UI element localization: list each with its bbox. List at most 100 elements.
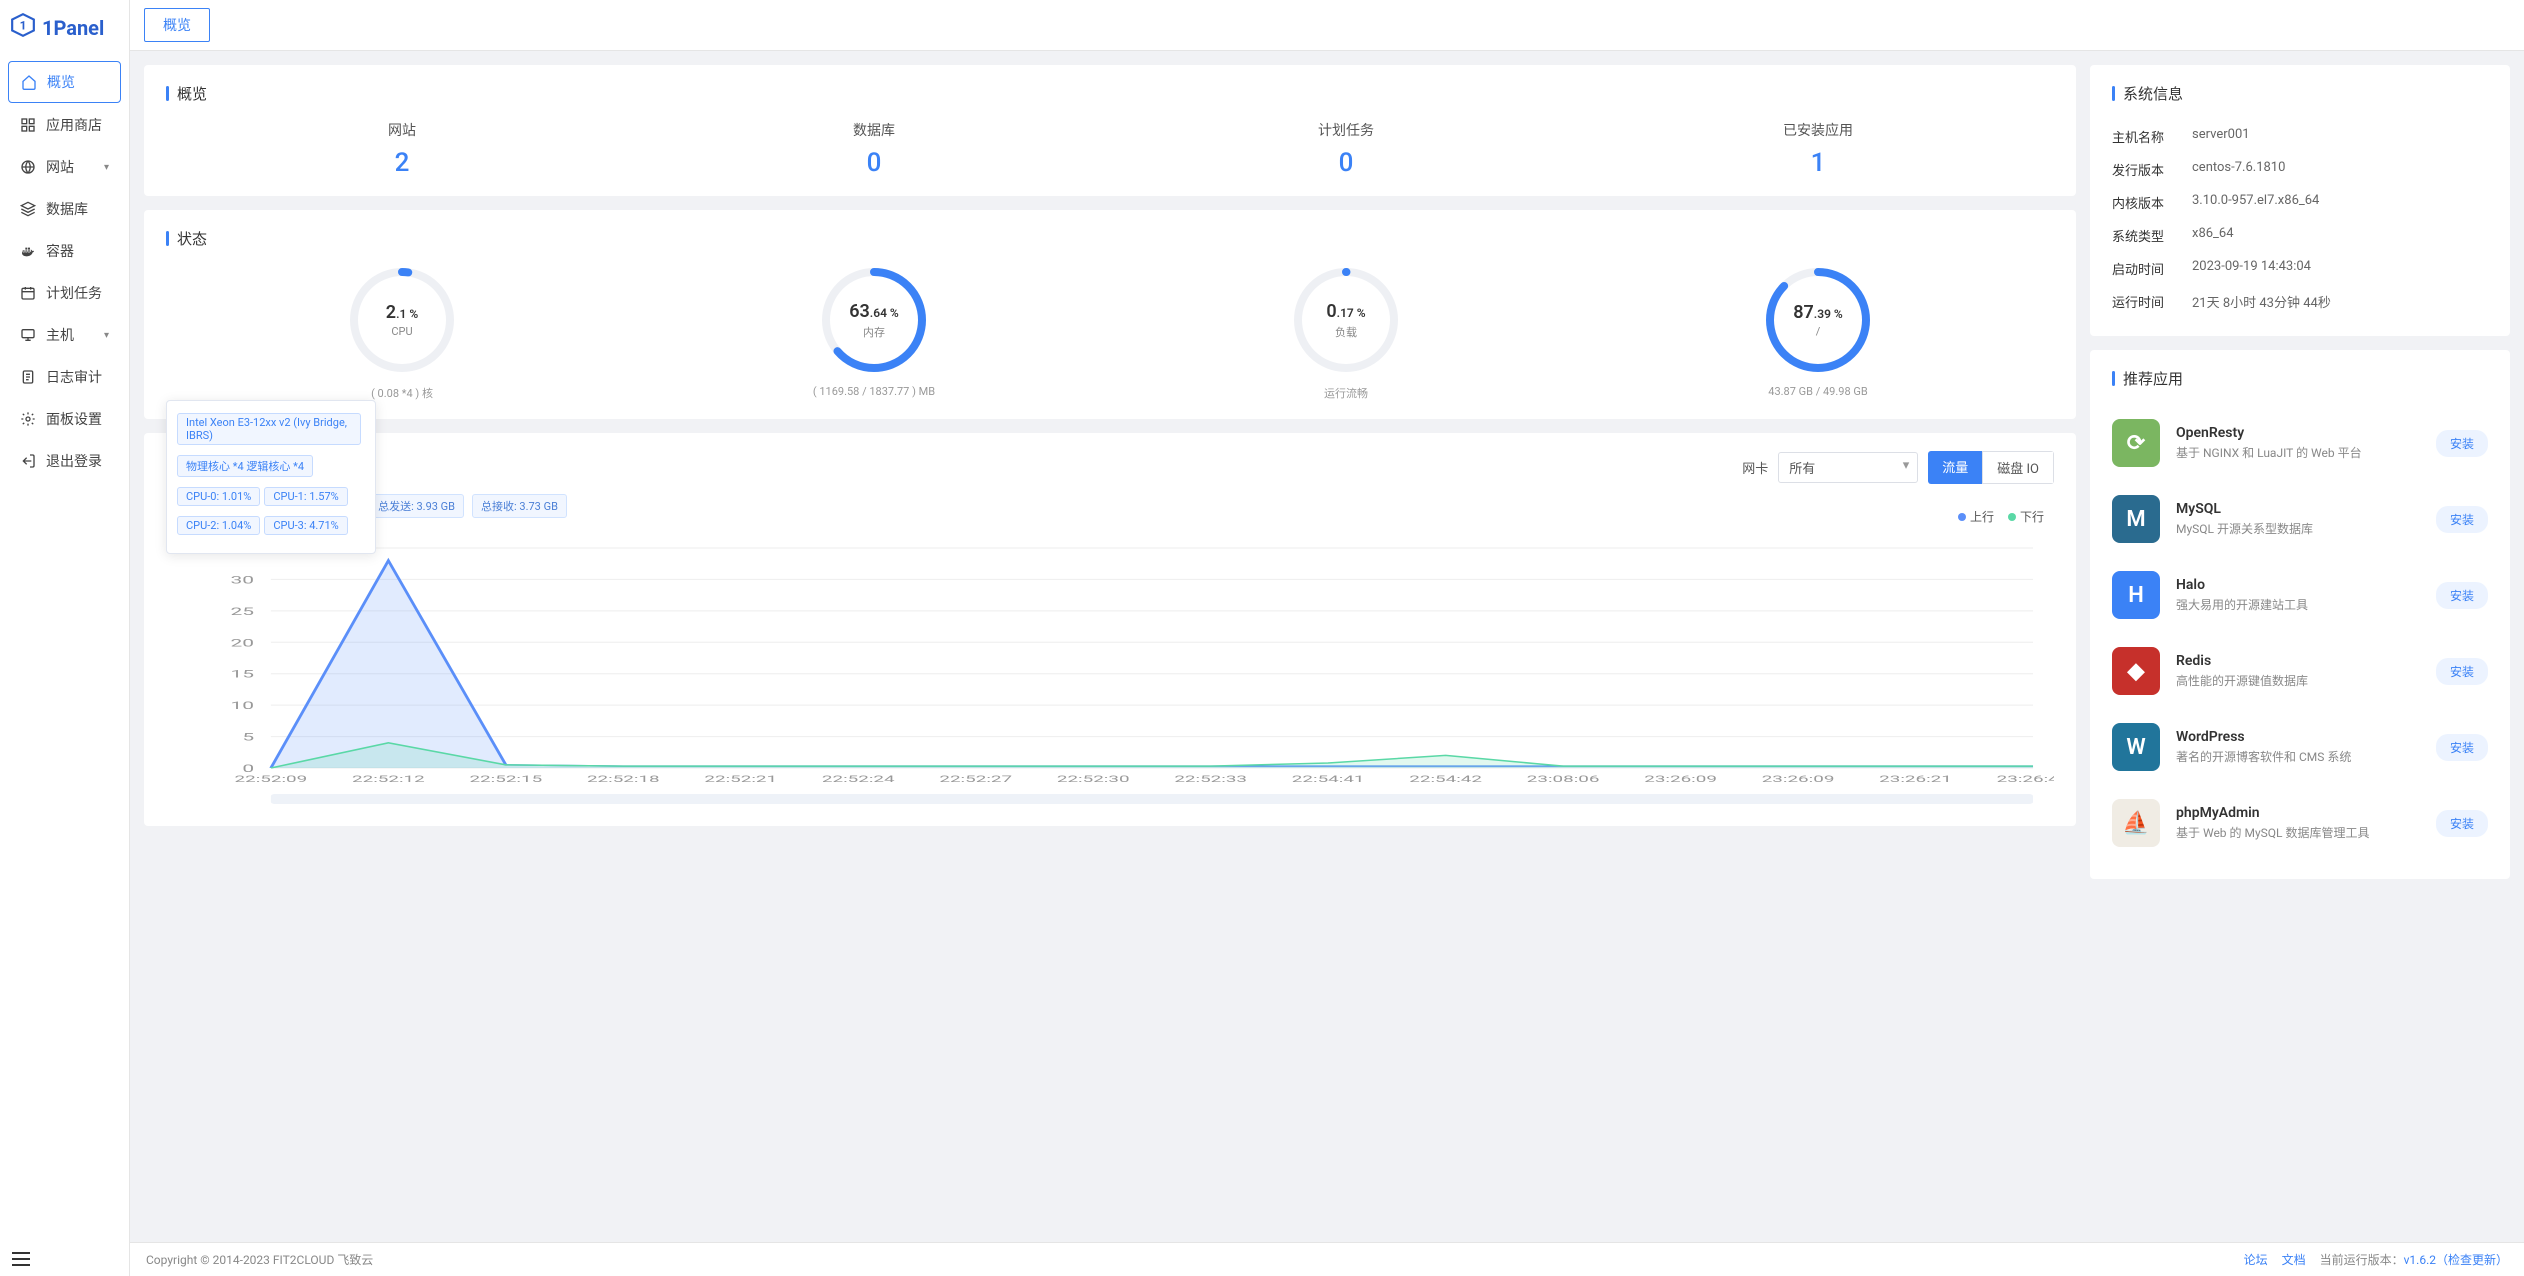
rec-app-Halo: HHalo强大易用的开源建站工具安装 — [2112, 557, 2488, 633]
svg-text:10: 10 — [231, 701, 255, 713]
gauge-负载[interactable]: 0.17 %负载运行流畅 — [1110, 265, 1582, 401]
sidebar-item-7[interactable]: 日志审计 — [8, 357, 121, 397]
install-button[interactable]: 安装 — [2436, 734, 2488, 761]
cpu-tooltip: Intel Xeon E3-12xx v2 (Ivy Bridge, IBRS)… — [166, 400, 376, 554]
collapse-sidebar-button[interactable] — [12, 1252, 30, 1266]
metric-segmented: 流量 磁盘 IO — [1928, 451, 2054, 484]
rec-app-WordPress: WWordPress著名的开源博客软件和 CMS 系统安装 — [2112, 709, 2488, 785]
sysinfo-card: 系统信息 主机名称server001发行版本centos-7.6.1810内核版… — [2090, 65, 2510, 336]
install-button[interactable]: 安装 — [2436, 582, 2488, 609]
install-button[interactable]: 安装 — [2436, 430, 2488, 457]
sidebar-item-6[interactable]: 主机▾ — [8, 315, 121, 355]
traffic-chart[interactable]: 上行 下行 05101520253035（KB/s）22:52:0922:52:… — [166, 528, 2054, 808]
seg-traffic[interactable]: 流量 — [1928, 451, 1982, 484]
sidebar: 1 1Panel 概览应用商店网站▾数据库容器计划任务主机▾日志审计面板设置退出… — [0, 0, 130, 1276]
overview-count-2[interactable]: 计划任务0 — [1110, 120, 1582, 178]
brand-logo[interactable]: 1 1Panel — [0, 0, 129, 55]
sidebar-item-1[interactable]: 应用商店 — [8, 105, 121, 145]
topbar: 概览 — [130, 0, 2524, 51]
layers-icon — [20, 201, 36, 217]
svg-text:22:52:18: 22:52:18 — [587, 773, 660, 784]
svg-text:22:52:30: 22:52:30 — [1057, 773, 1130, 784]
brand-text: 1Panel — [42, 16, 104, 40]
home-icon — [21, 74, 37, 90]
overview-count-1[interactable]: 数据库0 — [638, 120, 1110, 178]
gear-icon — [20, 411, 36, 427]
rec-app-OpenResty: ⟳OpenResty基于 NGINX 和 LuaJIT 的 Web 平台安装 — [2112, 405, 2488, 481]
footer: Copyright © 2014-2023 FIT2CLOUD 飞致云 论坛 文… — [130, 1242, 2524, 1276]
calendar-icon — [20, 285, 36, 301]
sysinfo-row-5: 运行时间21天 8小时 43分钟 44秒 — [2112, 285, 2488, 318]
svg-text:5: 5 — [242, 732, 254, 744]
sidebar-item-8[interactable]: 面板设置 — [8, 399, 121, 439]
app-icon: M — [2112, 495, 2160, 543]
globe-icon — [20, 159, 36, 175]
svg-text:30: 30 — [231, 575, 255, 587]
sidebar-item-3[interactable]: 数据库 — [8, 189, 121, 229]
rec-app-phpMyAdmin: ⛵phpMyAdmin基于 Web 的 MySQL 数据库管理工具安装 — [2112, 785, 2488, 861]
net-badge-3: 总接收: 3.73 GB — [472, 494, 567, 518]
svg-text:25: 25 — [231, 606, 255, 618]
overview-title: 概览 — [166, 83, 2054, 104]
sidebar-item-9[interactable]: 退出登录 — [8, 441, 121, 481]
sidebar-item-0[interactable]: 概览 — [8, 61, 121, 103]
network-card: 网卡 所有 流量 磁盘 IO 上行: 0.27 KB/s下行: 0.94 KB/… — [144, 433, 2076, 826]
footer-docs-link[interactable]: 文档 — [2282, 1251, 2306, 1268]
svg-text:23:26:09: 23:26:09 — [1644, 773, 1717, 784]
footer-version: 当前运行版本：v1.6.2（检查更新） — [2320, 1251, 2508, 1268]
svg-text:22:52:27: 22:52:27 — [939, 773, 1012, 784]
app-icon: ⟳ — [2112, 419, 2160, 467]
install-button[interactable]: 安装 — [2436, 506, 2488, 533]
sidebar-item-2[interactable]: 网站▾ — [8, 147, 121, 187]
sysinfo-row-0: 主机名称server001 — [2112, 120, 2488, 153]
exit-icon — [20, 453, 36, 469]
svg-text:22:54:41: 22:54:41 — [1292, 773, 1365, 784]
breadcrumb-tab[interactable]: 概览 — [144, 8, 210, 42]
svg-text:23:08:06: 23:08:06 — [1527, 773, 1600, 784]
gauge-/[interactable]: 87.39 %/43.87 GB / 49.98 GB — [1582, 265, 2054, 401]
svg-text:23:26:21: 23:26:21 — [1879, 773, 1952, 784]
copyright: Copyright © 2014-2023 FIT2CLOUD 飞致云 — [146, 1251, 373, 1268]
overview-count-3[interactable]: 已安装应用1 — [1582, 120, 2054, 178]
status-title: 状态 — [166, 228, 2054, 249]
svg-text:1: 1 — [20, 18, 27, 32]
sidebar-item-5[interactable]: 计划任务 — [8, 273, 121, 313]
logo-icon: 1 — [10, 12, 36, 43]
svg-text:22:52:24: 22:52:24 — [822, 773, 895, 784]
gauge-内存[interactable]: 63.64 %内存( 1169.58 / 1837.77 ) MB — [638, 265, 1110, 401]
app-icon: W — [2112, 723, 2160, 771]
host-icon — [20, 327, 36, 343]
sysinfo-row-3: 系统类型x86_64 — [2112, 219, 2488, 252]
gauge-CPU[interactable]: 2.1 %CPU( 0.08 *4 ) 核 — [166, 265, 638, 401]
chevron-down-icon: ▾ — [104, 330, 109, 341]
svg-text:23:26:09: 23:26:09 — [1762, 773, 1835, 784]
recommend-card: 推荐应用 ⟳OpenResty基于 NGINX 和 LuaJIT 的 Web 平… — [2090, 350, 2510, 879]
svg-text:20: 20 — [231, 638, 255, 650]
sysinfo-row-4: 启动时间2023-09-19 14:43:04 — [2112, 252, 2488, 285]
svg-text:22:54:42: 22:54:42 — [1409, 773, 1482, 784]
overview-card: 概览 网站2数据库0计划任务0已安装应用1 — [144, 65, 2076, 196]
app-icon: H — [2112, 571, 2160, 619]
overview-count-0[interactable]: 网站2 — [166, 120, 638, 178]
nav: 概览应用商店网站▾数据库容器计划任务主机▾日志审计面板设置退出登录 — [0, 55, 129, 1242]
svg-text:22:52:15: 22:52:15 — [469, 773, 542, 784]
svg-text:15: 15 — [231, 669, 255, 681]
sysinfo-row-2: 内核版本3.10.0-957.el7.x86_64 — [2112, 186, 2488, 219]
seg-diskio[interactable]: 磁盘 IO — [1982, 451, 2054, 484]
install-button[interactable]: 安装 — [2436, 810, 2488, 837]
recommend-title: 推荐应用 — [2112, 368, 2488, 389]
sysinfo-row-1: 发行版本centos-7.6.1810 — [2112, 153, 2488, 186]
sysinfo-title: 系统信息 — [2112, 83, 2488, 104]
svg-text:23:26:48: 23:26:48 — [1997, 773, 2054, 784]
doc-icon — [20, 369, 36, 385]
app-icon: ⛵ — [2112, 799, 2160, 847]
app-icon: ◆ — [2112, 647, 2160, 695]
net-badge-2: 总发送: 3.93 GB — [369, 494, 464, 518]
chart-legend: 上行 下行 — [1958, 508, 2044, 525]
nic-select[interactable]: 所有 — [1778, 452, 1918, 483]
grid-icon — [20, 117, 36, 133]
sidebar-item-4[interactable]: 容器 — [8, 231, 121, 271]
svg-text:22:52:21: 22:52:21 — [704, 773, 777, 784]
footer-forum-link[interactable]: 论坛 — [2244, 1251, 2268, 1268]
install-button[interactable]: 安装 — [2436, 658, 2488, 685]
